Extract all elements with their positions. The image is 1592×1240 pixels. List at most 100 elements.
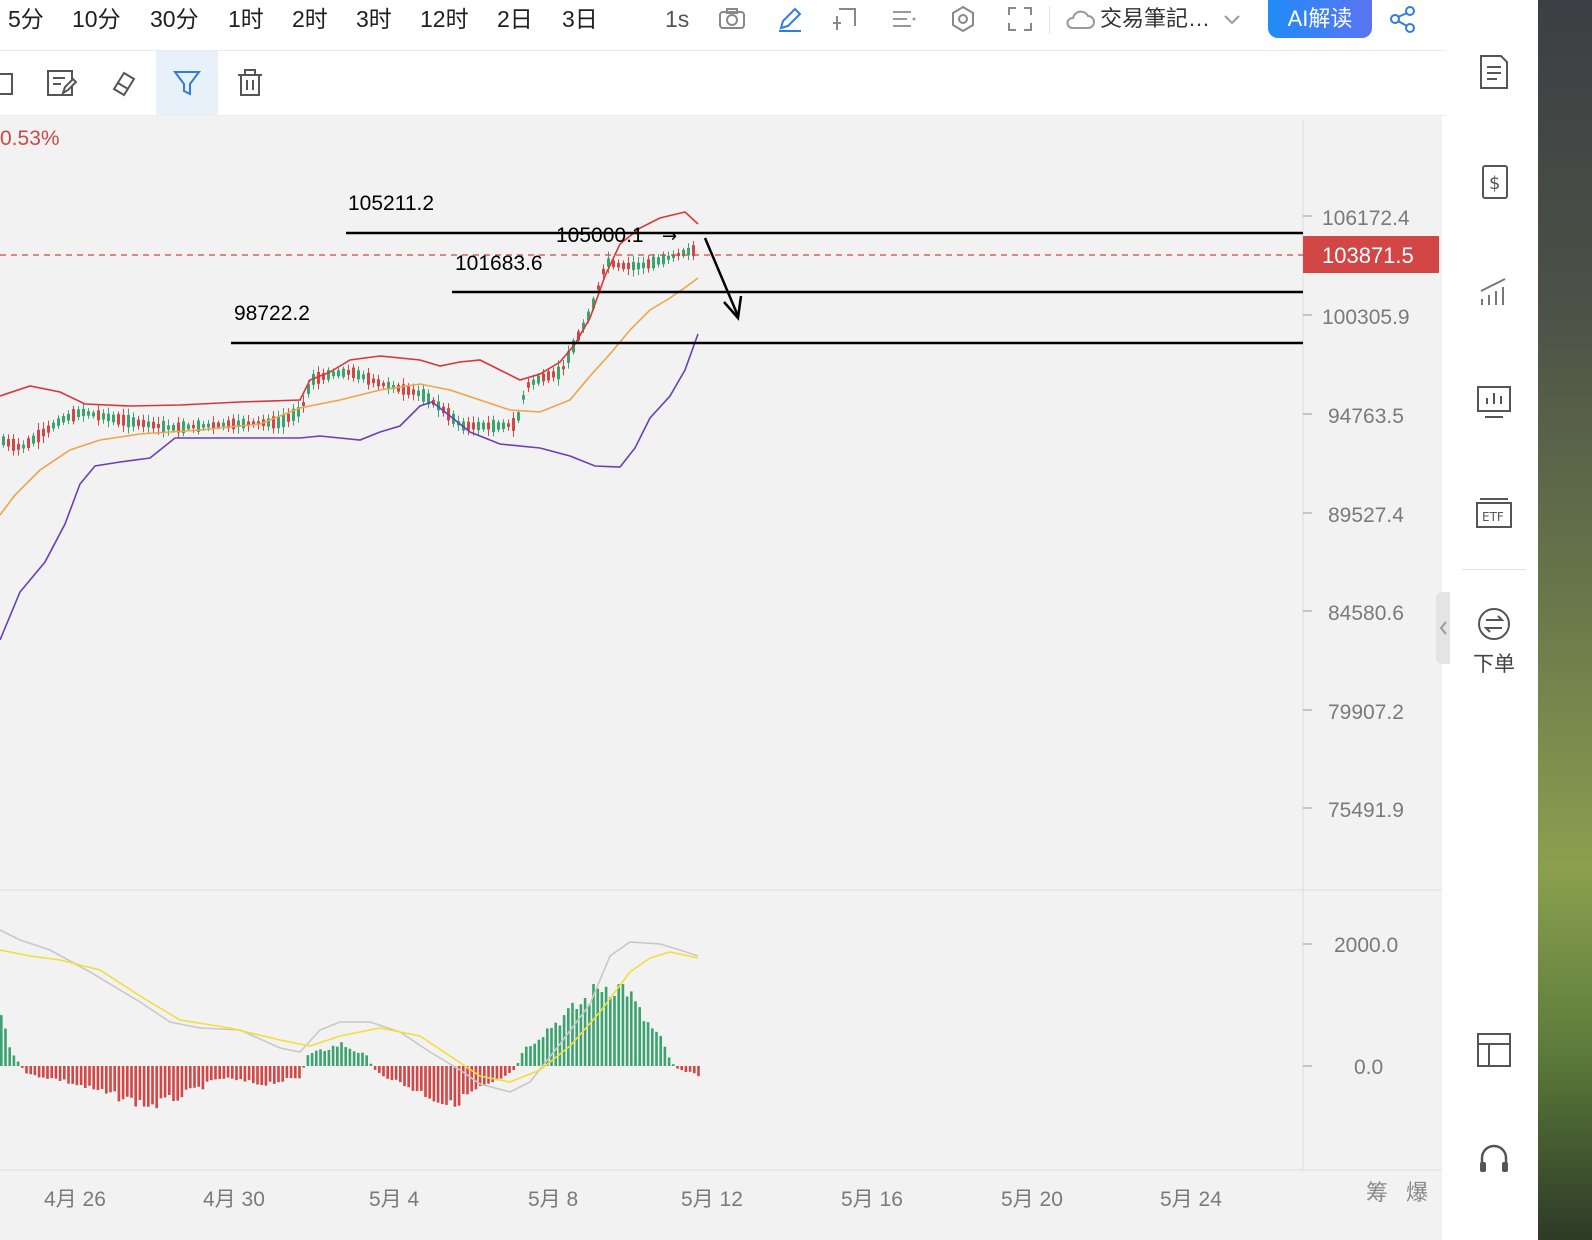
macd-bar xyxy=(642,1021,646,1066)
candle-body xyxy=(492,419,495,433)
macd-bar xyxy=(491,1066,494,1083)
sidebar-divider xyxy=(1462,569,1526,570)
current-price-label: 103871.5 xyxy=(1322,243,1414,268)
macd-bar xyxy=(121,1066,125,1100)
macd-bar xyxy=(298,1066,301,1079)
macd-bar xyxy=(676,1066,679,1069)
add-indicator-icon[interactable] xyxy=(831,4,861,34)
candle-body xyxy=(137,419,140,426)
dollar-document-icon[interactable]: $ xyxy=(1468,156,1520,208)
macd-bar xyxy=(462,1066,465,1094)
macd-bar xyxy=(415,1066,419,1092)
macd-bar xyxy=(294,1066,297,1079)
macd-bar xyxy=(96,1066,100,1091)
order-label[interactable]: 下单 xyxy=(1450,648,1538,678)
edit-chart-icon[interactable] xyxy=(30,51,92,115)
candle-body xyxy=(352,367,355,378)
ai-analysis-button[interactable]: AI解读 xyxy=(1268,0,1372,38)
macd-bar xyxy=(197,1066,200,1087)
candle-body xyxy=(207,423,210,428)
candle-body xyxy=(222,422,225,427)
candle-body xyxy=(512,418,515,431)
svg-text:ETF: ETF xyxy=(1482,510,1504,524)
candle-body xyxy=(2,436,5,446)
candle-body xyxy=(107,413,110,422)
candle-body xyxy=(122,414,125,426)
candle-body xyxy=(147,421,150,428)
swap-order-icon[interactable] xyxy=(1468,598,1520,650)
macd-bar xyxy=(302,1066,305,1068)
candle-body xyxy=(22,444,25,449)
panel-collapse-handle[interactable] xyxy=(1436,592,1450,664)
macd-bar xyxy=(8,1047,11,1066)
macd-bar xyxy=(138,1066,142,1100)
trade-notes-dropdown[interactable]: 交易筆記… xyxy=(1064,4,1242,34)
macd-bar xyxy=(58,1066,62,1081)
tf-10m[interactable]: 10分 xyxy=(72,4,121,34)
candle-body xyxy=(382,382,385,387)
osc-tick-1: 2000.0 xyxy=(1334,934,1398,957)
candle-body xyxy=(37,429,40,443)
interval-selector[interactable]: 1s xyxy=(665,4,689,34)
candle-body xyxy=(332,371,335,377)
tf-30m[interactable]: 30分 xyxy=(150,4,199,34)
bar-chart-icon[interactable] xyxy=(1468,266,1520,318)
macd-bar xyxy=(155,1066,158,1109)
tf-5m[interactable]: 5分 xyxy=(8,4,44,34)
share-icon[interactable] xyxy=(1388,4,1418,34)
macd-bar xyxy=(441,1066,444,1104)
filter-icon[interactable] xyxy=(156,51,218,115)
macd-bar xyxy=(214,1066,217,1080)
toolbar-divider xyxy=(1049,6,1050,34)
macd-bar xyxy=(613,995,616,1066)
date-tick-6: 5月 16 xyxy=(841,1188,903,1211)
pencil-icon[interactable] xyxy=(775,4,805,34)
headset-icon[interactable] xyxy=(1468,1134,1520,1186)
macd-bar xyxy=(222,1066,226,1079)
candle-body xyxy=(282,414,285,428)
layout-icon[interactable] xyxy=(1468,1024,1520,1076)
candle-body xyxy=(497,422,500,430)
tf-1h[interactable]: 1时 xyxy=(228,4,264,34)
etf-icon[interactable]: ETF xyxy=(1468,488,1520,540)
monitor-chart-icon[interactable] xyxy=(1468,376,1520,428)
macd-bar xyxy=(684,1066,688,1073)
tf-3h[interactable]: 3时 xyxy=(356,4,392,34)
document-icon[interactable] xyxy=(1468,46,1520,98)
macd-bar xyxy=(147,1066,150,1107)
macd-bar xyxy=(651,1028,654,1066)
macd-bar xyxy=(386,1066,389,1079)
fullscreen-icon[interactable] xyxy=(1005,4,1035,34)
macd-bar xyxy=(533,1043,536,1066)
macd-bar xyxy=(336,1046,339,1066)
trash-icon[interactable] xyxy=(219,51,281,115)
macd-bar xyxy=(205,1066,209,1082)
list-settings-icon[interactable] xyxy=(889,4,919,34)
tf-2d[interactable]: 2日 xyxy=(497,4,533,34)
drawing-tool-cut-icon[interactable] xyxy=(0,51,32,115)
macd-bar xyxy=(130,1066,133,1098)
macd-bar xyxy=(256,1066,259,1085)
candle-body xyxy=(232,418,235,430)
price-chart[interactable]: 105211.2 105000.1 → 101683.6 98722.2 0.5… xyxy=(0,116,1442,1240)
candle-body xyxy=(72,409,75,422)
macd-bar xyxy=(113,1066,116,1092)
tf-2h[interactable]: 2时 xyxy=(292,4,328,34)
candle-body xyxy=(347,369,350,375)
macd-bar xyxy=(424,1066,427,1098)
macd-bar xyxy=(75,1066,79,1086)
candle-body xyxy=(407,386,410,395)
candle-body xyxy=(652,256,655,269)
camera-icon[interactable] xyxy=(717,4,747,34)
macd-bar xyxy=(357,1052,360,1066)
chart-area[interactable]: 105211.2 105000.1 → 101683.6 98722.2 0.5… xyxy=(0,116,1442,1240)
tf-12h[interactable]: 12时 xyxy=(420,4,469,34)
macd-bar xyxy=(659,1036,662,1066)
magnet-icon[interactable] xyxy=(93,51,155,115)
tf-3d[interactable]: 3日 xyxy=(562,4,598,34)
candle-body xyxy=(562,366,565,370)
candle-body xyxy=(7,439,10,447)
settings-hex-icon[interactable] xyxy=(948,4,978,34)
macd-bar xyxy=(289,1066,293,1079)
arrow-mark-icon: → xyxy=(662,226,677,247)
